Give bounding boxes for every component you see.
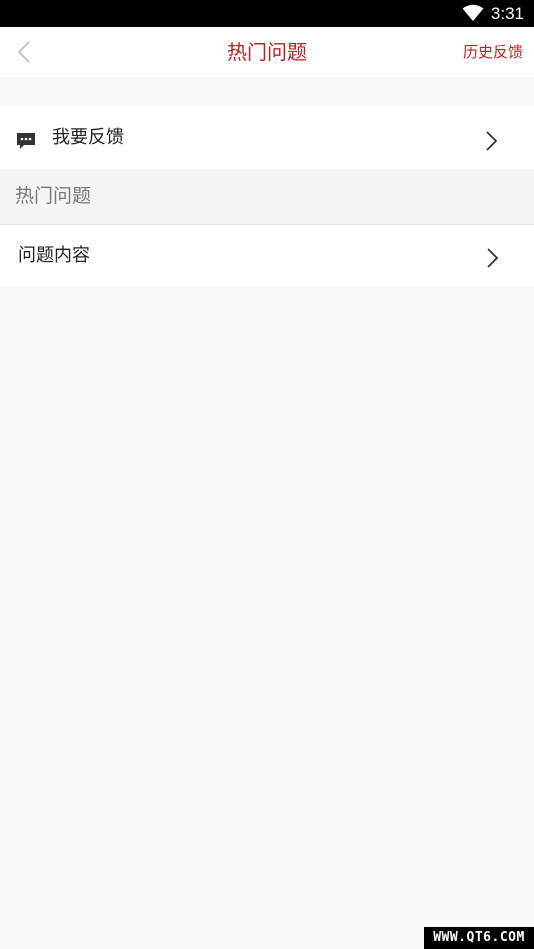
history-feedback-link[interactable]: 历史反馈 <box>463 42 523 62</box>
message-icon <box>17 133 35 149</box>
feedback-entry[interactable]: 我要反馈 <box>0 106 534 169</box>
nav-bar: 热门问题 历史反馈 <box>0 27 534 77</box>
status-time: 3:31 <box>490 4 524 23</box>
question-label: 问题内容 <box>18 245 90 266</box>
watermark: WWW.QT6.COM <box>424 927 534 949</box>
status-bar: 3:31 <box>0 0 534 27</box>
page-title: 热门问题 <box>227 40 307 64</box>
chevron-right-icon <box>487 248 499 268</box>
list-item[interactable]: 问题内容 <box>0 225 534 287</box>
section-header: 热门问题 <box>0 169 534 225</box>
wifi-icon <box>462 4 484 21</box>
feedback-label: 我要反馈 <box>52 127 124 148</box>
section-header-label: 热门问题 <box>15 185 92 207</box>
chevron-right-icon <box>486 131 498 151</box>
